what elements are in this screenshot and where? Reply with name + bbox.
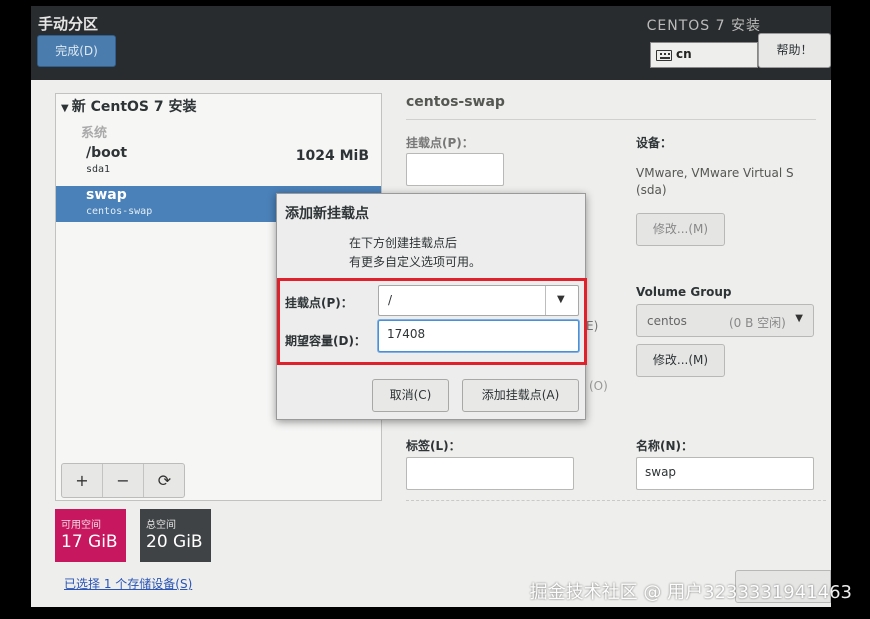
system-group-label: 系统: [81, 126, 108, 141]
partition-device: sda1: [86, 164, 111, 175]
desired-capacity-input[interactable]: 17408: [378, 320, 579, 352]
combo-separator: [545, 286, 546, 315]
partition-size: 1024 MiB: [295, 148, 369, 164]
partition-detail-title: centos-swap: [406, 94, 505, 110]
remove-partition-button[interactable]: −: [103, 464, 144, 497]
available-space-value: 17 GiB: [61, 532, 118, 552]
volume-group-name: centos: [647, 314, 687, 328]
name-label: 名称(N)：: [636, 439, 694, 453]
desired-capacity-label: 期望容量(D)：: [285, 334, 366, 348]
install-group-title: 新 CentOS 7 安装: [71, 99, 197, 115]
header-bar: 手动分区 完成(D) CENTOS 7 安装 cn 帮助！: [31, 6, 831, 80]
expand-triangle-icon: ▼: [61, 103, 69, 114]
keyboard-icon: [656, 50, 672, 61]
device-label: 设备：: [636, 136, 673, 150]
dashed-divider: [406, 500, 826, 501]
add-mount-point-dialog: 添加新挂载点 在下方创建挂载点后 有更多自定义选项可用。 挂载点(P)： / ▼…: [276, 193, 587, 420]
partition-toolbar: + − ⟳: [61, 463, 185, 498]
modify-device-button[interactable]: 修改...(M): [636, 213, 725, 246]
add-partition-button[interactable]: +: [62, 464, 103, 497]
tag-label: 标签(L)：: [406, 439, 461, 453]
done-button[interactable]: 完成(D): [37, 35, 116, 67]
help-button[interactable]: 帮助！: [758, 33, 831, 68]
modify-volume-group-button[interactable]: 修改...(M): [636, 344, 725, 377]
mount-point-value: /: [388, 293, 393, 307]
keyboard-layout-text: cn: [676, 47, 692, 61]
obscured-text-e: E): [586, 319, 599, 333]
total-space-label: 总空间: [146, 520, 176, 531]
chevron-down-icon[interactable]: ▼: [557, 294, 565, 305]
add-mount-point-button[interactable]: 添加挂载点(A): [462, 379, 579, 412]
total-space-value: 20 GiB: [146, 532, 203, 552]
mount-point-label: 挂载点(P)：: [406, 136, 474, 150]
chevron-down-icon: ▼: [795, 313, 803, 324]
total-space-box: 总空间 20 GiB: [140, 509, 211, 562]
cancel-button[interactable]: 取消(C): [372, 379, 449, 412]
partition-name: swap: [86, 187, 127, 203]
mount-point-combo[interactable]: / ▼: [378, 285, 579, 316]
keyboard-layout-indicator[interactable]: cn: [650, 42, 758, 68]
partition-row-boot[interactable]: /boot sda1 1024 MiB: [56, 144, 381, 180]
obscured-text-o: (O): [589, 379, 608, 393]
selected-storage-link[interactable]: 已选择 1 个存储设备(S): [64, 575, 192, 592]
device-value-line1: VMware, VMware Virtual S: [636, 166, 794, 180]
device-value-line2: (sda): [636, 183, 667, 197]
dialog-mount-point-label: 挂载点(P)：: [285, 296, 353, 310]
dialog-message-line1: 在下方创建挂载点后: [349, 236, 458, 250]
page-title: 手动分区: [38, 15, 99, 33]
divider: [406, 119, 816, 120]
partition-device: centos-swap: [86, 206, 153, 217]
name-input[interactable]: swap: [636, 457, 814, 490]
volume-group-select[interactable]: centos (0 B 空闲) ▼: [636, 304, 814, 337]
mount-point-input[interactable]: [406, 153, 504, 186]
product-title: CENTOS 7 安装: [646, 18, 761, 34]
dialog-title: 添加新挂载点: [285, 206, 369, 222]
available-space-label: 可用空间: [61, 520, 101, 531]
partition-name: /boot: [86, 145, 128, 161]
watermark: 掘金技术社区 @ 用户3233331941463: [529, 582, 852, 603]
install-group-header[interactable]: ▼ 新 CentOS 7 安装: [61, 96, 196, 116]
dialog-message: 在下方创建挂载点后 有更多自定义选项可用。: [349, 234, 481, 272]
tag-input[interactable]: [406, 457, 574, 490]
refresh-icon[interactable]: ⟳: [144, 464, 185, 497]
volume-group-label: Volume Group: [636, 285, 732, 299]
dialog-message-line2: 有更多自定义选项可用。: [349, 255, 482, 269]
volume-group-free: (0 B 空闲): [729, 316, 786, 330]
available-space-box: 可用空间 17 GiB: [55, 509, 126, 562]
